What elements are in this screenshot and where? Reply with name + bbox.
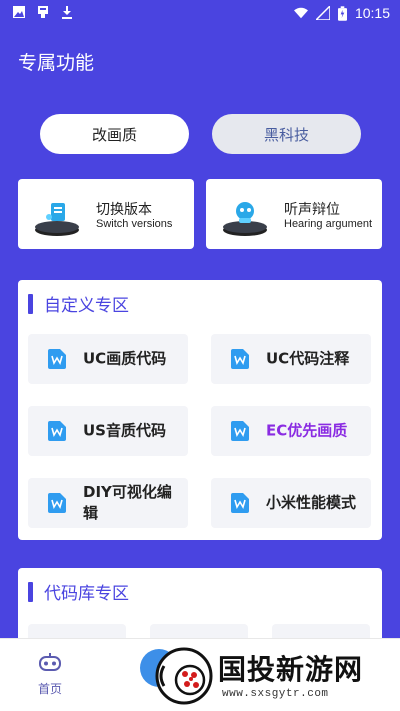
switch-versions-card[interactable]: 切换版本 Switch versions — [18, 179, 194, 249]
battery-icon — [337, 5, 347, 21]
code-library-section: 代码库专区 — [18, 568, 382, 648]
doc-w-icon — [231, 493, 249, 513]
list-item-ec-priority-quality[interactable]: EC优先画质 — [211, 406, 371, 456]
doc-w-icon — [48, 421, 66, 441]
feature-title: 切换版本 — [96, 202, 152, 218]
item-label: DIY可视化编辑 — [83, 483, 172, 522]
watermark-title: 国投新游网 — [218, 653, 364, 686]
tab-image-quality[interactable]: 改画质 — [40, 114, 189, 154]
feature-title: 听声辩位 — [284, 202, 340, 218]
feature-subtitle: Hearing argument — [284, 218, 373, 230]
watermark-url: www.sxsgytr.com — [222, 688, 329, 700]
section-title: 代码库专区 — [44, 584, 129, 604]
item-label: US音质代码 — [83, 421, 166, 440]
section-accent-bar — [28, 293, 33, 314]
signal-icon — [315, 6, 330, 20]
section-title: 自定义专区 — [44, 296, 129, 316]
nav-home[interactable]: 首页 — [30, 653, 70, 697]
page-title: 专属功能 — [18, 52, 95, 74]
bug-icon — [38, 6, 48, 18]
list-item-us-audio-code[interactable]: US音质代码 — [28, 406, 188, 456]
nav-home-label: 首页 — [37, 682, 62, 696]
document-pedestal-icon — [35, 203, 79, 236]
item-label: UC代码注释 — [266, 349, 350, 368]
download-icon — [62, 6, 72, 19]
watermark: 国投新游网 www.sxsgytr.com — [150, 644, 400, 706]
section-header: 自定义专区 — [28, 291, 129, 316]
tab-black-tech[interactable]: 黑科技 — [212, 114, 361, 154]
gamepad-icon — [39, 653, 61, 671]
doc-w-icon — [48, 349, 66, 369]
list-item-uc-code-comments[interactable]: UC代码注释 — [211, 334, 371, 384]
list-item-uc-quality-code[interactable]: UC画质代码 — [28, 334, 188, 384]
image-icon — [13, 6, 25, 18]
item-label: UC画质代码 — [83, 349, 167, 368]
custom-section: 自定义专区 UC画质代码 UC代码注释 US音质代码 EC优先画质 DIY可视化… — [18, 280, 382, 540]
list-item-xiaomi-performance[interactable]: 小米性能模式 — [211, 478, 371, 528]
doc-w-icon — [231, 349, 249, 369]
item-label: 小米性能模式 — [266, 493, 357, 512]
feature-subtitle: Switch versions — [96, 218, 173, 230]
wifi-icon — [293, 7, 308, 19]
section-header: 代码库专区 — [28, 579, 129, 604]
doc-w-icon — [231, 421, 249, 441]
hearing-argument-card[interactable]: 听声辩位 Hearing argument — [206, 179, 382, 249]
watermark-logo — [155, 647, 213, 705]
robot-pedestal-icon — [223, 202, 267, 236]
item-label: EC优先画质 — [266, 421, 348, 440]
section-accent-bar — [28, 581, 33, 602]
status-bar: 10:15 — [0, 0, 400, 28]
list-item-diy-visual-edit[interactable]: DIY可视化编辑 — [28, 478, 188, 528]
doc-w-icon — [48, 493, 66, 513]
clock: 10:15 — [354, 5, 390, 21]
